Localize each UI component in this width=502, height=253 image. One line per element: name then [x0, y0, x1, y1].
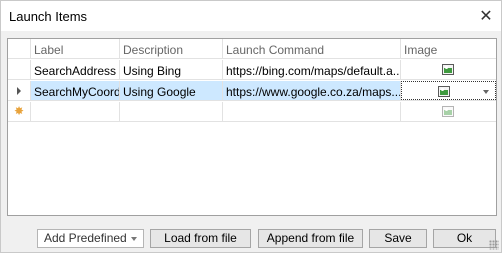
new-row[interactable]: ✸ — [8, 102, 496, 122]
column-header-launch-command[interactable]: Launch Command — [223, 39, 401, 58]
column-header-description[interactable]: Description — [120, 39, 223, 58]
row-indicator[interactable]: ✸ — [8, 102, 31, 121]
description-cell[interactable]: Using Google — [120, 81, 223, 100]
add-predefined-dropdown[interactable]: Add Predefined — [37, 229, 144, 248]
load-from-file-button[interactable]: Load from file — [150, 229, 251, 248]
resize-grip-icon[interactable] — [489, 240, 499, 250]
description-cell[interactable]: Using Bing — [120, 60, 223, 79]
image-cell[interactable] — [401, 102, 496, 121]
column-header-image[interactable]: Image — [401, 39, 496, 58]
launch-command-cell[interactable]: https://bing.com/maps/default.a... — [223, 60, 401, 79]
row-indicator[interactable] — [8, 60, 31, 79]
launch-items-dialog: Launch Items ✕ Label Description Launch … — [0, 0, 502, 253]
close-button[interactable]: ✕ — [471, 1, 501, 31]
grid-header-row: Label Description Launch Command Image — [8, 39, 496, 59]
label-cell[interactable] — [31, 102, 120, 121]
launch-command-cell[interactable] — [223, 102, 401, 121]
image-icon — [438, 86, 450, 97]
label-cell[interactable]: SearchAddress — [31, 60, 120, 79]
launch-command-cell[interactable]: https://www.google.co.za/maps... — [223, 81, 401, 100]
image-cell-editor[interactable] — [401, 81, 496, 100]
description-cell[interactable] — [120, 102, 223, 121]
launch-items-grid: Label Description Launch Command Image S… — [7, 38, 497, 216]
image-icon — [442, 64, 454, 75]
title-bar: Launch Items ✕ — [1, 1, 501, 31]
append-from-file-button[interactable]: Append from file — [258, 229, 363, 248]
add-predefined-label: Add Predefined — [44, 231, 127, 245]
image-icon — [442, 106, 454, 117]
row-indicator[interactable] — [8, 81, 31, 100]
new-row-icon: ✸ — [14, 104, 25, 118]
column-header-label[interactable]: Label — [31, 39, 120, 58]
window-title: Launch Items — [9, 9, 88, 24]
image-cell[interactable] — [401, 60, 496, 79]
header-indicator-cell — [8, 39, 31, 58]
label-cell[interactable]: SearchMyCoords — [31, 81, 120, 100]
ok-button[interactable]: Ok — [433, 229, 496, 248]
chevron-down-icon[interactable] — [483, 90, 489, 94]
table-row-selected[interactable]: SearchMyCoords Using Google https://www.… — [8, 81, 496, 101]
table-row[interactable]: SearchAddress Using Bing https://bing.co… — [8, 60, 496, 80]
save-button[interactable]: Save — [369, 229, 427, 248]
chevron-down-icon — [131, 237, 137, 241]
current-row-pointer-icon — [17, 87, 21, 95]
